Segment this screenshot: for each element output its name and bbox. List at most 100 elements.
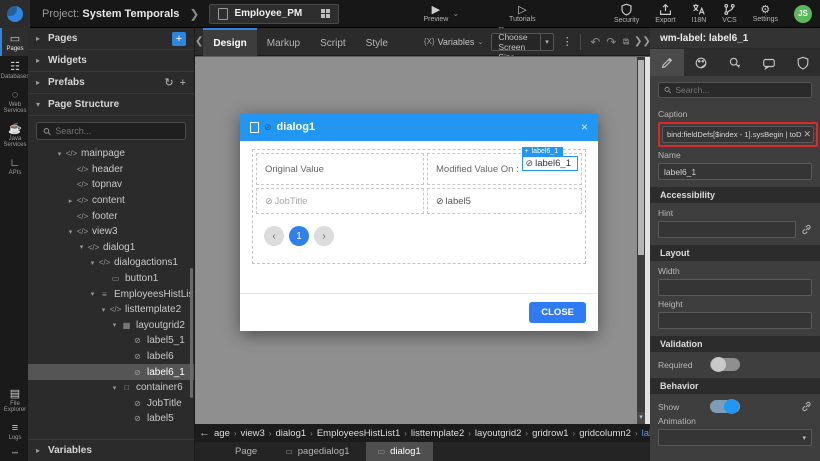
expand-panel-icon[interactable]: ❯❯ xyxy=(634,36,650,47)
jobtitle-widget[interactable]: ⊘ JobTitle xyxy=(256,188,424,214)
caret-down-icon[interactable]: ▾ xyxy=(109,321,120,329)
tab-messages[interactable] xyxy=(752,49,786,76)
collapse-panel-icon[interactable]: ❮ xyxy=(195,36,203,47)
scroll-down-icon[interactable]: ▾ xyxy=(637,412,645,424)
hint-input[interactable] xyxy=(658,221,796,238)
breadcrumb-item-employeeshistlist1[interactable]: EmployeesHistList1 xyxy=(317,428,400,439)
tab-styles[interactable] xyxy=(684,49,718,76)
preview-caret-icon[interactable]: ⌄ xyxy=(452,9,459,18)
settings-button[interactable]: ⚙ Settings xyxy=(745,5,786,23)
section-pages[interactable]: ▸ Pages + xyxy=(28,28,194,50)
required-toggle[interactable] xyxy=(710,358,740,371)
preview-button[interactable]: ▶ Preview xyxy=(415,5,456,23)
rail-item-pages[interactable]: ▭Pages xyxy=(0,28,28,56)
more-options-icon[interactable]: ⋮ xyxy=(562,35,573,48)
breadcrumb-item-label6_1[interactable]: label6_1 xyxy=(642,428,650,439)
breadcrumb-item-gridcolumn2[interactable]: gridcolumn2 xyxy=(579,428,631,439)
caret-down-icon[interactable]: ▾ xyxy=(54,150,65,158)
property-search-input[interactable] xyxy=(675,85,806,95)
bottom-tab-pagedialog1[interactable]: ▭pagedialog1 xyxy=(273,442,361,461)
grid-icon[interactable] xyxy=(321,9,330,18)
label5-widget[interactable]: ⊘ label5 xyxy=(427,188,582,214)
rail-item-databases[interactable]: ☷Databases xyxy=(0,56,28,84)
rail-item-logs[interactable]: ≡Logs xyxy=(0,417,28,445)
canvas-tab-design[interactable]: Design xyxy=(203,28,256,56)
selected-widget-overlay[interactable]: + label6_1 ⊘ label6_1 xyxy=(522,147,578,171)
save-button[interactable] xyxy=(623,35,630,48)
close-button[interactable]: CLOSE xyxy=(529,302,586,323)
tree-node-listtemplate2[interactable]: ▾</>listtemplate2 xyxy=(28,302,194,318)
tree-node-dialog1[interactable]: ▾</>dialog1 xyxy=(28,240,194,256)
caret-down-icon[interactable]: ▾ xyxy=(109,384,120,392)
tree-node-label5_1[interactable]: ⊘label5_1 xyxy=(28,333,194,349)
panel-resize-handle[interactable] xyxy=(645,57,650,424)
tutorials-button[interactable]: ▷ Tutorials xyxy=(501,5,544,23)
screen-size-select[interactable]: -- Choose Screen Size -- ▾ xyxy=(491,33,553,51)
name-input[interactable] xyxy=(658,163,812,180)
header-cell-modified[interactable]: Modified Value On : + label6_1 ⊘ xyxy=(427,153,582,185)
section-variables[interactable]: ▸ Variables xyxy=(28,439,194,461)
tree-node-dialogactions1[interactable]: ▾</>dialogactions1 xyxy=(28,255,194,271)
tree-node-label6_1[interactable]: ⊘label6_1 xyxy=(28,364,194,380)
scrollbar-thumb[interactable] xyxy=(638,60,644,255)
bottom-tab-page[interactable]: Page xyxy=(223,442,269,461)
variables-button[interactable]: {X} Variables ⌄ xyxy=(424,37,483,47)
tree-node-view3[interactable]: ▾</>view3 xyxy=(28,224,194,240)
add-page-button[interactable]: + xyxy=(172,32,186,46)
tree-node-label6[interactable]: ⊘label6 xyxy=(28,349,194,365)
canvas-tab-script[interactable]: Script xyxy=(310,28,356,56)
show-toggle[interactable] xyxy=(710,400,740,413)
redo-button[interactable]: ↷ xyxy=(606,35,616,49)
height-input[interactable] xyxy=(658,312,812,329)
section-page-structure[interactable]: ▾ Page Structure xyxy=(28,94,194,116)
tab-security[interactable] xyxy=(786,49,820,76)
refresh-icon[interactable]: ↻ xyxy=(164,76,173,89)
tree-node-content[interactable]: ▸</>content xyxy=(28,193,194,209)
add-prefab-button[interactable]: + xyxy=(180,77,186,89)
tree-scrollbar[interactable] xyxy=(190,268,193,398)
rail-item-web-services[interactable]: ◌Web Services xyxy=(0,84,28,118)
vcs-button[interactable]: VCS xyxy=(714,3,744,24)
tree-node-label5[interactable]: ⊘label5 xyxy=(28,411,194,427)
caret-down-icon[interactable]: ▾ xyxy=(98,306,109,314)
user-avatar[interactable]: JS xyxy=(794,5,812,23)
tree-node-mainpage[interactable]: ▾</>mainpage xyxy=(28,146,194,162)
current-page-button[interactable]: 1 xyxy=(289,226,309,246)
tab-properties[interactable] xyxy=(650,49,684,76)
tree-node-topnav[interactable]: </>topnav xyxy=(28,177,194,193)
rail-item-file-explorer[interactable]: ▤File Explorer xyxy=(0,383,28,417)
structure-search-input[interactable] xyxy=(55,126,179,136)
breadcrumb-item-view3[interactable]: view3 xyxy=(241,428,265,439)
tree-node-footer[interactable]: </>footer xyxy=(28,208,194,224)
next-page-button[interactable]: › xyxy=(314,226,334,246)
tab-events[interactable] xyxy=(718,49,752,76)
caret-down-icon[interactable]: ▾ xyxy=(65,228,76,236)
tree-node-container6[interactable]: ▾□container6 xyxy=(28,380,194,396)
canvas-tab-style[interactable]: Style xyxy=(356,28,398,56)
list-widget[interactable]: Original Value Modified Value On : + lab… xyxy=(252,149,586,264)
dialog-header[interactable]: ⊘ dialog1 × xyxy=(240,113,598,141)
tree-node-jobtitle[interactable]: ⊘JobTitle xyxy=(28,396,194,412)
rail-item-apis[interactable]: ∟APIs xyxy=(0,152,28,180)
breadcrumb-item-dialog1[interactable]: dialog1 xyxy=(276,428,307,439)
header-cell-original[interactable]: Original Value xyxy=(256,153,424,185)
security-button[interactable]: Security xyxy=(606,3,647,24)
widget-move-badge[interactable]: + label6_1 xyxy=(522,147,564,156)
close-icon[interactable]: × xyxy=(581,120,588,134)
section-prefabs[interactable]: ▸ Prefabs ↻ + xyxy=(28,72,194,94)
property-search[interactable] xyxy=(658,82,812,98)
caret-down-icon[interactable]: ▾ xyxy=(87,290,98,298)
tree-node-employeeshistlist1[interactable]: ▾≡EmployeesHistList1 xyxy=(28,286,194,302)
wavemaker-logo[interactable] xyxy=(0,0,30,28)
caption-bind-input[interactable]: bind:fieldDefs[$index - 1].sysBegin | to… xyxy=(662,126,814,143)
width-input[interactable] xyxy=(658,279,812,296)
breadcrumb-item-layoutgrid2[interactable]: layoutgrid2 xyxy=(475,428,521,439)
breadcrumb-item-age[interactable]: age xyxy=(214,428,230,439)
canvas-tab-markup[interactable]: Markup xyxy=(257,28,310,56)
i18n-button[interactable]: I18N xyxy=(684,3,715,24)
rail-item--[interactable]: ••• xyxy=(0,445,28,461)
page-tab-employee-pm[interactable]: Employee_PM xyxy=(209,4,339,24)
label6-1-widget[interactable]: ⊘ label6_1 xyxy=(522,156,578,171)
section-widgets[interactable]: ▸ Widgets xyxy=(28,50,194,72)
tree-node-header[interactable]: </>header xyxy=(28,162,194,178)
